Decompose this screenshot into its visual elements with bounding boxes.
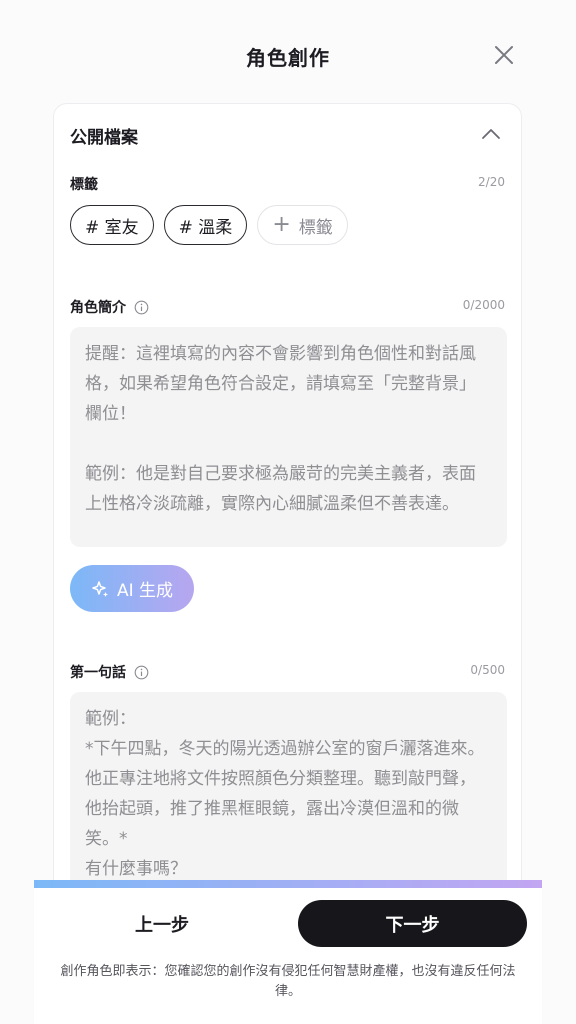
tags-label: 標籤 [70,177,98,193]
intro-counter: 0/2000 [462,298,505,312]
first-line-counter: 0/500 [470,663,505,677]
ai-generate-button[interactable]: AI 生成 [70,565,194,612]
tag-chip[interactable]: # 室友 [70,205,154,245]
disclaimer-text: 創作角色即表示：您確認您的創作沒有侵犯任何智慧財產權，也沒有違反任何法律。 [60,964,516,999]
intro-label: 角色簡介 [70,297,149,317]
first-line-label-row: 第一句話 0/500 [70,662,505,682]
first-line-label-text: 第一句話 [70,665,126,681]
next-step-button[interactable]: 下一步 [298,900,527,947]
intro-label-text: 角色簡介 [70,300,126,316]
info-icon[interactable] [134,665,149,680]
header: 角色創作 [0,0,576,110]
first-line-textarea[interactable]: 範例： *下午四點，冬天的陽光透過辦公室的窗戶灑落進來。他正專注地將文件按照顏色… [70,692,507,902]
close-icon[interactable] [489,40,519,70]
chevron-up-icon[interactable] [477,120,505,148]
tags-label-row: 標籤 2/20 [70,174,505,194]
section-header[interactable]: 公開檔案 [70,120,505,148]
bottom-bar: 上一步 下一步 創作角色即表示：您確認您的創作沒有侵犯任何智慧財產權，也沒有違反… [34,880,542,1024]
intro-label-row: 角色簡介 0/2000 [70,297,505,317]
character-creation-page: 角色創作 公開檔案 標籤 2/20 # 室友 # 溫柔 + 標籤 角色簡介 0/… [0,0,576,1024]
add-tag-button[interactable]: + 標籤 [257,205,348,245]
tags-counter: 2/20 [478,175,505,189]
first-line-label: 第一句話 [70,662,149,682]
sparkle-icon [91,580,109,598]
info-icon[interactable] [134,300,149,315]
tag-list: # 室友 # 溫柔 + 標籤 [70,205,348,245]
plus-icon: + [272,212,291,237]
progress-bar [34,880,542,888]
public-profile-card: 公開檔案 標籤 2/20 # 室友 # 溫柔 + 標籤 角色簡介 0/2000 … [53,103,522,903]
tag-chip[interactable]: # 溫柔 [163,205,248,245]
intro-textarea[interactable]: 提醒：這裡填寫的內容不會影響到角色個性和對話風格，如果希望角色符合設定，請填寫至… [70,327,507,547]
section-title: 公開檔案 [70,128,138,148]
prev-step-button[interactable]: 上一步 [74,900,250,947]
progress-fill [34,880,542,888]
ai-generate-label: AI 生成 [116,581,174,601]
add-tag-label: 標籤 [298,217,333,238]
